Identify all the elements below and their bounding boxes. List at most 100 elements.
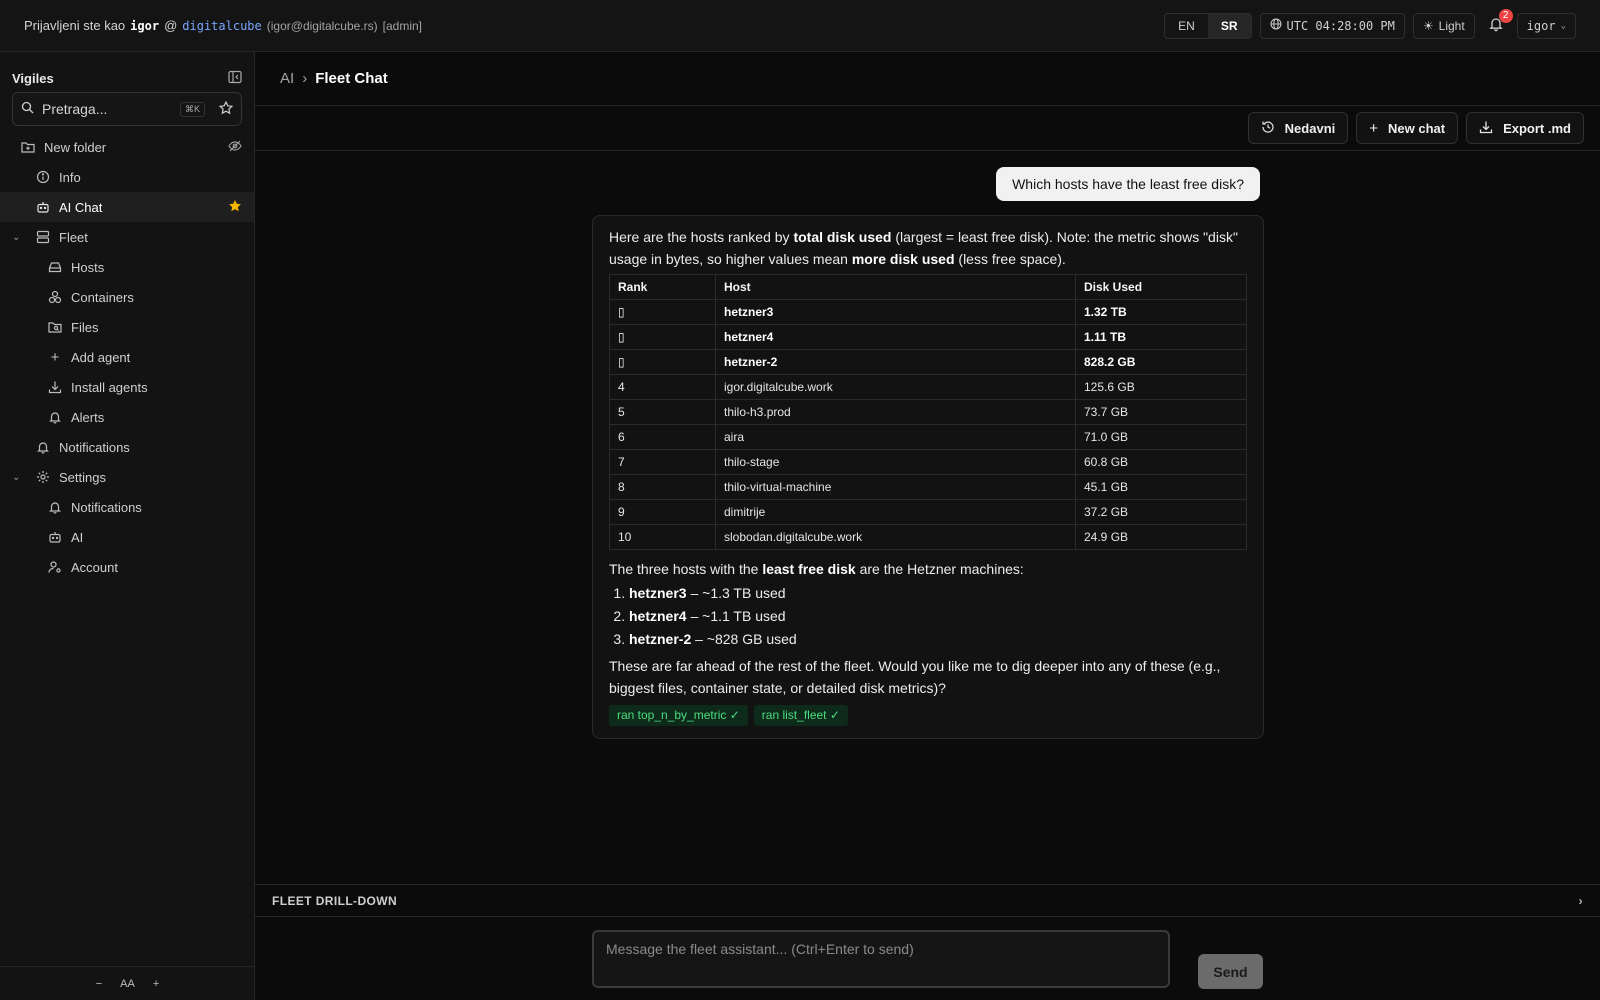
export-button[interactable]: Export .md xyxy=(1466,112,1584,144)
globe-icon xyxy=(1270,18,1282,33)
table-row: 9 dimitrije 37.2 GB xyxy=(609,499,1247,525)
sidebar-item-fleet[interactable]: ⌄ Fleet xyxy=(0,222,254,252)
rank-medal-icon: ▯ xyxy=(609,324,716,350)
login-email: (igor@digitalcube.rs) xyxy=(266,18,378,33)
sidebar-item-account[interactable]: Account xyxy=(0,552,254,582)
table-row: 4 igor.digitalcube.work 125.6 GB xyxy=(609,374,1247,400)
intro-text-1: Here are the hosts ranked by xyxy=(609,229,794,245)
sidebar-item-label: Add agent xyxy=(71,349,131,365)
breadcrumb: AI › Fleet Chat xyxy=(255,52,1600,106)
sidebar-item-new-folder[interactable]: Fleet New folder xyxy=(0,132,254,162)
folder-plus-icon xyxy=(20,139,36,155)
table-cell-host: igor.digitalcube.work xyxy=(715,374,1076,400)
table-cell-host: thilo-stage xyxy=(715,449,1076,475)
list-item: hetzner3 – ~1.3 TB used xyxy=(629,582,1247,605)
sidebar-search[interactable]: Pretraga... ⌘K xyxy=(12,92,242,126)
chevron-down-icon[interactable]: ⌄ xyxy=(12,472,20,483)
summary-bold: least free disk xyxy=(762,561,856,577)
breadcrumb-parent[interactable]: AI xyxy=(280,70,294,87)
sidebar-title: Vigiles xyxy=(12,70,54,86)
login-user: igor xyxy=(130,18,160,33)
sidebar-item-files[interactable]: Files xyxy=(0,312,254,342)
sun-icon: ☀ xyxy=(1422,18,1434,33)
sidebar-item-info[interactable]: Info xyxy=(0,162,254,192)
recent-button[interactable]: Nedavni xyxy=(1247,112,1349,144)
user-menu-button[interactable]: igor ⌄ xyxy=(1516,12,1576,39)
boxes-icon xyxy=(47,289,63,305)
search-input[interactable]: Pretraga... xyxy=(42,101,172,117)
sidebar-item-settings-ai[interactable]: AI xyxy=(0,522,254,552)
intro-text-3: (less free space). xyxy=(954,251,1066,267)
sidebar-item-label: Account xyxy=(71,559,118,575)
sidebar-item-label: Notifications xyxy=(71,499,142,515)
notification-count-badge: 2 xyxy=(1498,8,1513,23)
table-cell-rank: 7 xyxy=(609,449,716,475)
sidebar-item-label: Fleet xyxy=(59,229,88,245)
summary-text-2: are the Hetzner machines: xyxy=(855,561,1024,577)
notifications-button[interactable]: 2 xyxy=(1483,8,1513,39)
login-prefix: Prijavljeni ste kao xyxy=(24,18,126,33)
star-filled-icon[interactable] xyxy=(228,199,242,216)
chat-thread: Which hosts have the least free disk? He… xyxy=(255,152,1600,882)
rank-medal-icon: ▯ xyxy=(609,299,716,325)
folder-label: New folder xyxy=(44,139,107,155)
download-icon xyxy=(1479,120,1493,137)
recent-label: Nedavni xyxy=(1284,120,1336,136)
message-input[interactable]: Message the fleet assistant... (Ctrl+Ent… xyxy=(592,930,1170,988)
table-cell-disk: 37.2 GB xyxy=(1075,499,1247,525)
chevron-down-icon[interactable]: ⌄ xyxy=(12,232,20,243)
chat-toolbar: Nedavni + New chat Export .md xyxy=(255,106,1600,151)
new-chat-button[interactable]: + New chat xyxy=(1356,112,1459,144)
font-increase-button[interactable]: + xyxy=(153,978,159,990)
plus-icon: + xyxy=(1369,119,1379,137)
bell-icon xyxy=(35,439,51,455)
sidebar-item-install-agents[interactable]: Install agents xyxy=(0,372,254,402)
bot-icon xyxy=(47,529,63,545)
eye-off-icon[interactable] xyxy=(228,139,242,156)
sidebar-item-containers[interactable]: Containers xyxy=(0,282,254,312)
drill-down-label: FLEET DRILL-DOWN xyxy=(272,893,398,908)
table-cell-disk: 45.1 GB xyxy=(1075,474,1247,500)
sidebar-item-label: Containers xyxy=(71,289,134,305)
intro-bold-2: more disk used xyxy=(851,251,955,267)
assistant-message: Here are the hosts ranked by total disk … xyxy=(592,215,1264,739)
breadcrumb-separator: › xyxy=(302,70,308,87)
list-item-text: – ~1.3 TB used xyxy=(686,585,786,601)
lang-en-button[interactable]: EN xyxy=(1165,14,1208,38)
sidebar-item-settings-notifications[interactable]: Notifications xyxy=(0,492,254,522)
table-cell-host: hetzner-2 xyxy=(715,349,1076,375)
table-cell-host: hetzner3 xyxy=(715,299,1076,325)
table-row: 7 thilo-stage 60.8 GB xyxy=(609,449,1247,475)
hard-drive-icon xyxy=(47,259,63,275)
table-row: 5 thilo-h3.prod 73.7 GB xyxy=(609,399,1247,425)
theme-toggle[interactable]: ☀ Light xyxy=(1412,12,1475,39)
theme-label: Light xyxy=(1438,18,1465,33)
server-icon xyxy=(35,229,51,245)
collapse-sidebar-icon[interactable] xyxy=(228,70,242,87)
send-button[interactable]: Send xyxy=(1198,954,1263,989)
table-cell-host: thilo-virtual-machine xyxy=(715,474,1076,500)
table-cell-rank: 6 xyxy=(609,424,716,450)
sidebar-item-settings[interactable]: ⌄ Settings xyxy=(0,462,254,492)
chevron-right-icon: › xyxy=(1578,893,1583,908)
lang-sr-button[interactable]: SR xyxy=(1207,13,1251,38)
sidebar-item-hosts[interactable]: Hosts xyxy=(0,252,254,282)
sidebar-item-add-agent[interactable]: + Add agent xyxy=(0,342,254,372)
table-cell-host: thilo-h3.prod xyxy=(715,399,1076,425)
table-cell-disk: 1.32 TB xyxy=(1075,299,1247,325)
clock-display[interactable]: UTC 04:28:00 PM xyxy=(1259,12,1405,39)
fleet-drill-down-toggle[interactable]: FLEET DRILL-DOWN › xyxy=(255,884,1600,917)
table-cell-host: dimitrije xyxy=(715,499,1076,525)
sidebar-item-alerts[interactable]: Alerts xyxy=(0,402,254,432)
intro-bold-1: total disk used xyxy=(793,229,892,245)
list-item-text: – ~1.1 TB used xyxy=(686,608,786,624)
list-item-host: hetzner4 xyxy=(629,608,687,624)
font-decrease-button[interactable]: − xyxy=(96,978,102,990)
sidebar-item-ai-chat[interactable]: AI Chat xyxy=(0,192,254,222)
assistant-closing: These are far ahead of the rest of the f… xyxy=(609,658,1221,696)
table-cell-rank: 10 xyxy=(609,524,716,550)
table-cell-disk: 24.9 GB xyxy=(1075,524,1247,550)
tool-call-tag: ran top_n_by_metric ✓ xyxy=(609,705,748,726)
star-outline-icon[interactable] xyxy=(218,100,234,118)
sidebar-item-notifications[interactable]: Notifications xyxy=(0,432,254,462)
